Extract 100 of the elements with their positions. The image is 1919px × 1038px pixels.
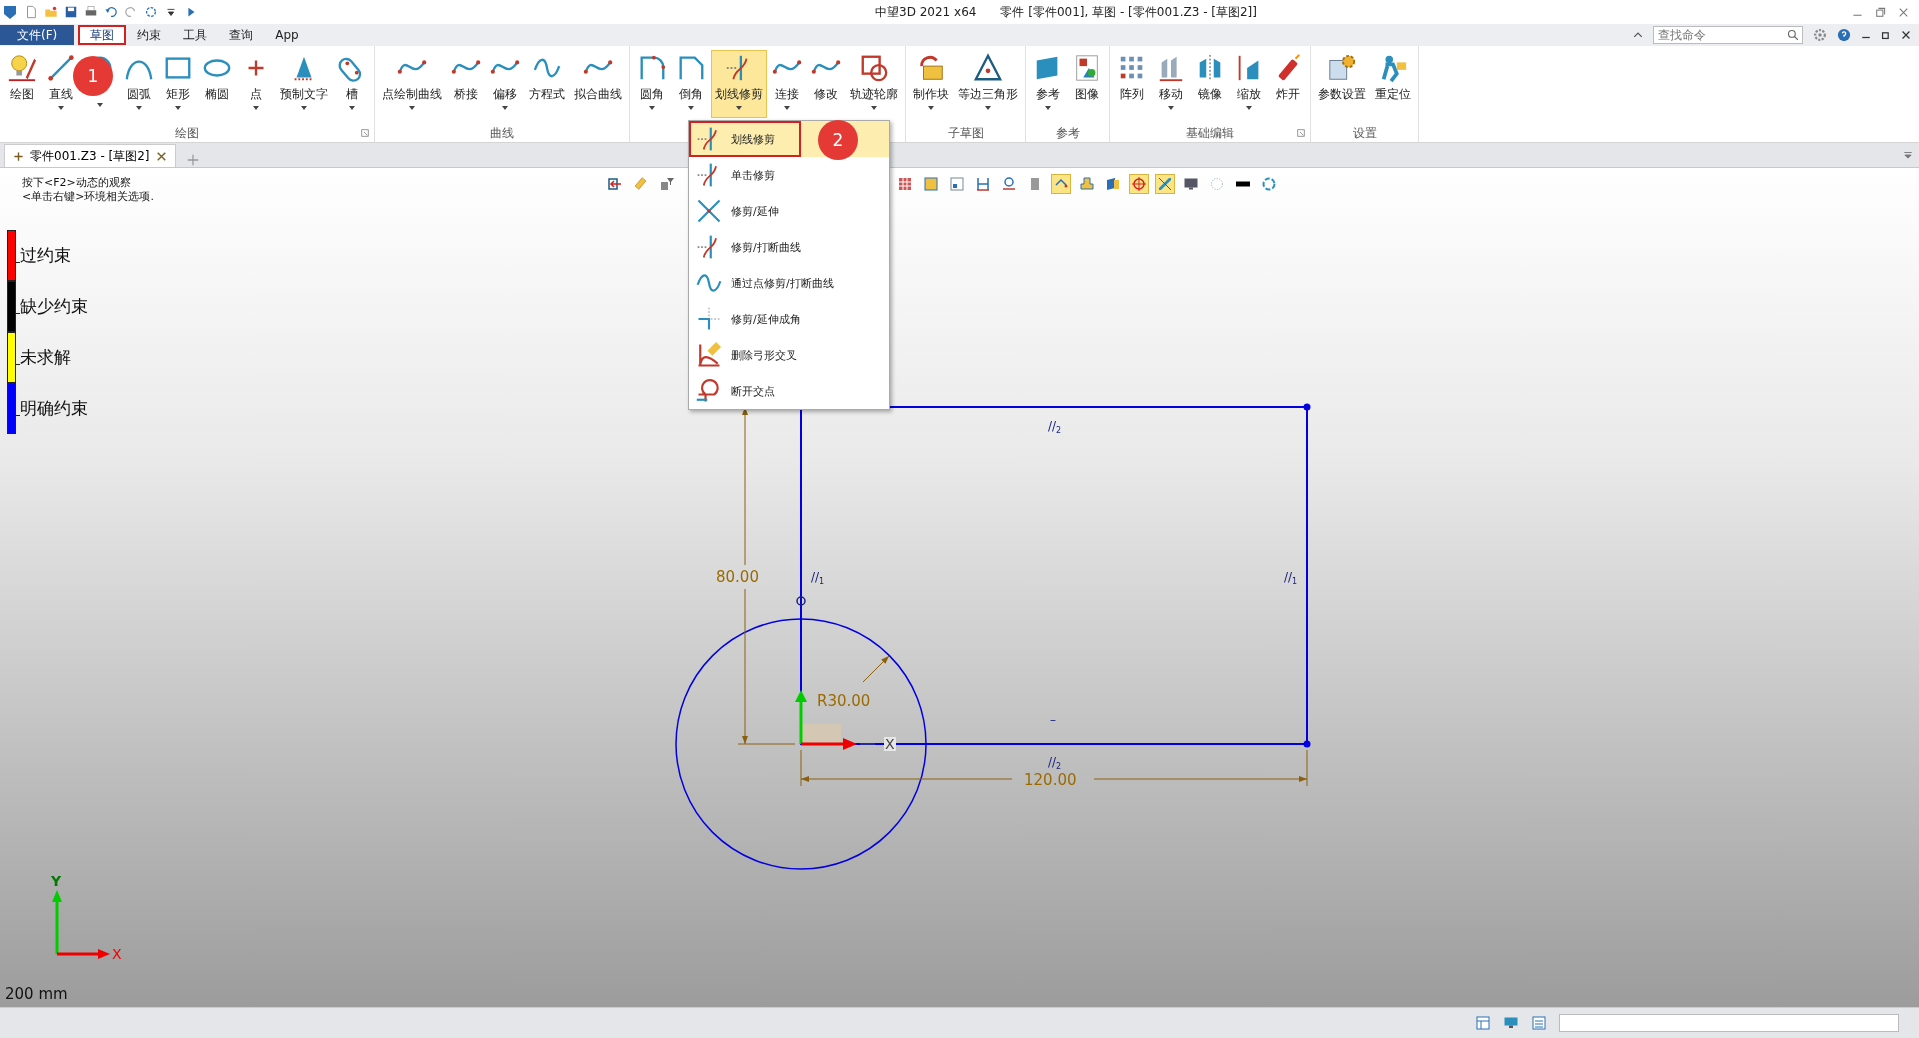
redo-icon[interactable] [124,5,138,19]
list-icon[interactable] [1531,1015,1547,1031]
menu-item[interactable]: 单击修剪 [689,157,889,193]
ribbon-button[interactable]: 参考 [1029,50,1067,118]
ribbon-tab[interactable]: App [264,25,310,45]
file-menu-button[interactable]: 文件(F) [0,25,75,45]
ribbon-button[interactable]: 等边三角形 [954,50,1022,118]
ribbon-button[interactable]: 点绘制曲线 [378,50,446,118]
refresh-icon[interactable] [144,5,158,19]
line-icon [46,53,76,83]
ribbon-tab[interactable]: 工具 [172,25,219,45]
ribbon-tab[interactable]: 约束 [126,25,173,45]
axis-label: X [884,737,896,751]
ribbon-button[interactable]: 拟合曲线 [570,50,626,118]
constraint-point [796,596,806,606]
launcher-icon[interactable] [1297,129,1305,137]
ribbon-button[interactable]: 镜像 [1191,50,1229,118]
undo-icon[interactable] [104,5,118,19]
leader-line [862,655,890,683]
menu-item[interactable]: 通过点修剪/打断曲线 [689,265,889,301]
save-icon[interactable] [64,5,78,19]
menu-item[interactable]: 断开交点 [689,373,889,409]
app-title: 中望3D 2021 x64 [875,4,977,21]
ribbon-button[interactable]: 偏移 [486,50,524,118]
constraint-mark: //$_{1}$ [1284,570,1298,589]
display-icon [1183,176,1199,192]
close-icon[interactable] [155,150,167,162]
open-folder-icon[interactable] [44,5,58,19]
help-icon[interactable] [1837,28,1851,42]
ribbon-button[interactable]: 槽 [333,50,371,118]
monitor-icon[interactable] [1503,1015,1519,1031]
document-tab[interactable]: 零件001.Z3 - [草图2] [4,144,176,167]
tag-icon [1105,176,1121,192]
overflow-icon[interactable] [1903,150,1913,160]
layout-icon[interactable] [1475,1015,1491,1031]
group-label: 绘图 [175,124,199,142]
new-file-icon[interactable] [24,5,38,19]
printer-icon[interactable] [84,5,98,19]
collapse-ribbon-icon[interactable] [1633,30,1643,40]
constraint-mark: – [1050,713,1056,727]
menu-item[interactable]: 修剪/延伸成角 [689,301,889,337]
ribbon-button[interactable]: 阵列 [1113,50,1151,118]
constraint-mark: //$_{1}$ [811,570,825,589]
zoom-fit-icon [949,176,965,192]
status-input-field[interactable] [1559,1014,1899,1032]
exit-icon [607,176,623,192]
hint-text: <单击右键>环境相关选项. [22,190,154,204]
window-title: 零件 [零件001], 草图 - [零件001.Z3 - [草图2]] [1000,4,1257,21]
ribbon-tab[interactable]: 查询 [218,25,265,45]
group-label: 设置 [1352,124,1377,142]
hint-text: 按下<F2>动态的观察 [22,176,131,190]
search-icon [1787,29,1799,41]
app-logo-icon[interactable] [2,4,18,20]
ribbon-tab[interactable]: 草图 [78,25,127,45]
legend-label: 未求解 [20,346,71,369]
plane-icon [1157,176,1173,192]
ribbon-button[interactable]: 倒角 [672,50,710,118]
ribbon-button[interactable]: 桥接 [447,50,485,118]
launcher-icon[interactable] [361,129,369,137]
constraint-mark: //$_{2}$ [1048,419,1062,438]
profile-icon [859,53,889,83]
ribbon-button[interactable]: 划线修剪 [711,50,767,118]
ribbon-button[interactable]: 移动 [1152,50,1190,118]
plus-icon [13,150,24,162]
filter-icon [659,176,675,192]
ribbon-button[interactable]: 连接 [768,50,806,118]
ribbon-button[interactable]: 修改 [807,50,845,118]
ribbon-button[interactable]: 方程式 [525,50,569,118]
cross-icon [695,197,723,225]
command-search-field[interactable]: 查找命令 [1653,26,1803,44]
menu-item[interactable]: 删除弓形交叉 [689,337,889,373]
scale-label: 200 mm [5,985,68,1003]
ribbon-button[interactable]: 绘图 [3,50,41,118]
axis-label: Y [51,874,62,888]
ribbon-button[interactable]: 圆弧 [120,50,158,118]
ribbon-button[interactable]: 炸开 [1269,50,1307,118]
pin-icon [1079,176,1095,192]
ribbon-button[interactable]: 圆角 [633,50,671,118]
settings-icon[interactable] [1813,28,1827,42]
grid-icon [897,176,913,192]
close-icon[interactable] [1901,30,1911,40]
menu-item[interactable]: 修剪/打断曲线 [689,229,889,265]
ribbon-button[interactable]: 参数设置 [1314,50,1370,118]
ribbon-button[interactable]: 预制文字 [276,50,332,118]
dotted-circle-icon [1209,176,1225,192]
view-icon [923,176,939,192]
group-label: 子草图 [947,124,984,142]
ribbon-button[interactable]: 重定位 [1371,50,1415,118]
ribbon-button[interactable]: 制作块 [909,50,953,118]
ribbon-button[interactable]: 点 [237,50,275,118]
menu-item[interactable]: 划线修剪 [689,121,801,157]
dashed-circle-icon [1261,176,1277,192]
menu-item[interactable]: 修剪/延伸 [689,193,889,229]
restore-icon[interactable] [1881,30,1891,40]
ribbon-button[interactable]: 轨迹轮廓 [846,50,902,118]
ribbon-button[interactable]: 椭圆 [198,50,236,118]
ribbon-button[interactable]: 矩形 [159,50,197,118]
ribbon-button[interactable]: 缩放 [1230,50,1268,118]
triangle-icon [973,53,1003,83]
ribbon-button[interactable]: 图像 [1068,50,1106,118]
